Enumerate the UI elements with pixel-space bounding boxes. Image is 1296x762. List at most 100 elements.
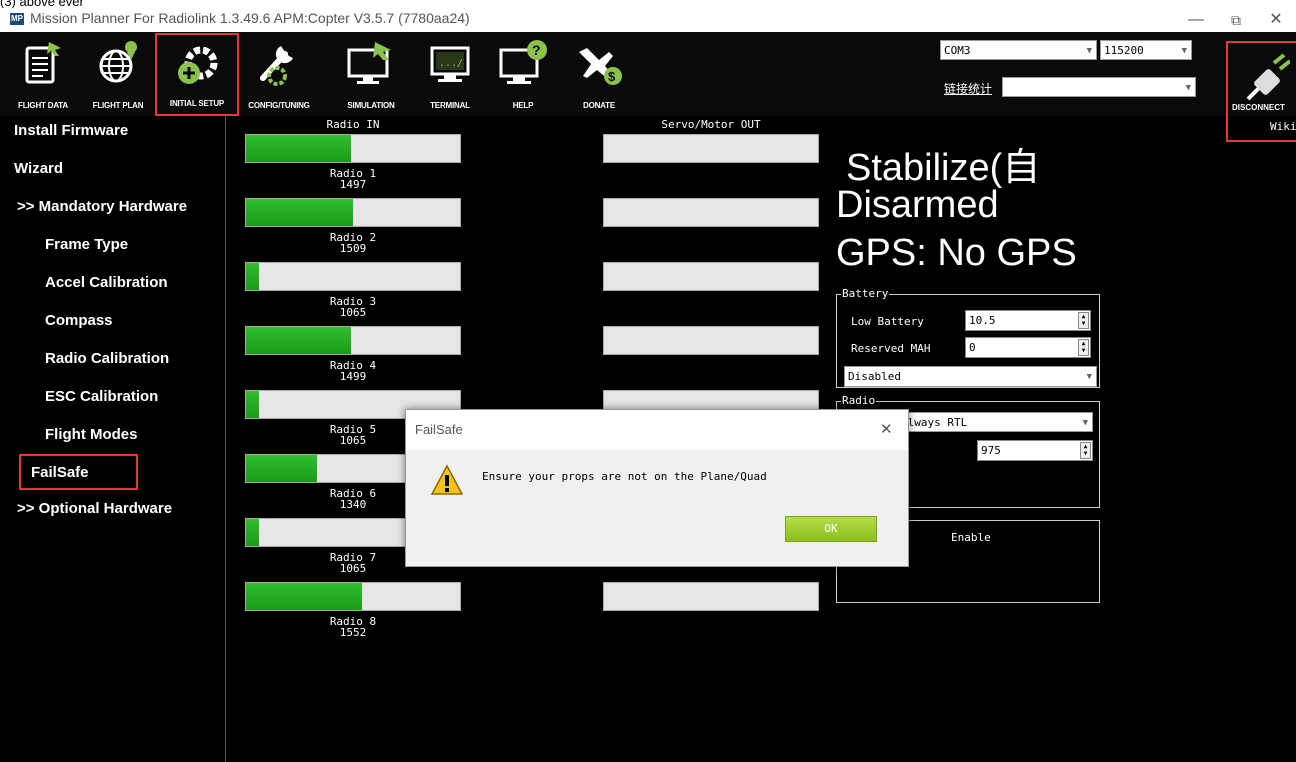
sidebar-item-optional-hardware[interactable]: >> Optional Hardware xyxy=(17,500,172,517)
toolbar-label: TERMINAL xyxy=(430,101,470,110)
radio-fs-action-value: always RTL xyxy=(901,416,968,429)
spinner-icon[interactable]: ▲ ▼ xyxy=(1080,442,1091,459)
radio-in-bar xyxy=(245,262,461,291)
sidebar-item-wizard[interactable]: Wizard xyxy=(14,160,63,177)
failsafe-dialog: FailSafe ✕ Ensure your props are not on … xyxy=(405,409,909,567)
restore-button[interactable]: ⧉ xyxy=(1216,8,1256,32)
radio-in-header: Radio IN xyxy=(326,118,380,131)
chevron-down-icon: ▼ xyxy=(1181,46,1187,56)
toolbar-flight-plan[interactable]: FLIGHT PLAN xyxy=(82,34,154,116)
gcs-fs-enable-label[interactable]: Enable xyxy=(951,531,991,544)
warning-icon xyxy=(430,464,464,495)
close-window-button[interactable]: ✕ xyxy=(1256,8,1296,32)
radio-fs-action-select[interactable]: always RTL ▼ xyxy=(897,412,1093,432)
toolbar-label: DONATE xyxy=(583,101,615,110)
ok-button[interactable]: OK xyxy=(785,516,877,542)
radio-channel-value: 1499 xyxy=(339,370,367,383)
toolbar-terminal[interactable]: .../ TERMINAL xyxy=(415,34,485,116)
reserved-mah-value: 0 xyxy=(969,341,976,354)
armed-status-text: Disarmed xyxy=(836,184,999,226)
dialog-titlebar: FailSafe ✕ xyxy=(406,410,908,450)
toolbar-label: INITIAL SETUP xyxy=(169,99,225,108)
chevron-down-icon: ▼ xyxy=(1086,46,1092,56)
servo-out-header: Servo/Motor OUT xyxy=(661,118,761,131)
caption-fragment: (3) above ever xyxy=(0,0,84,8)
baud-value: 115200 xyxy=(1104,44,1144,57)
sidebar-item-frame-type[interactable]: Frame Type xyxy=(45,236,128,253)
chevron-down-icon: ▼ xyxy=(1086,372,1092,382)
gps-status-text: GPS: No GPS xyxy=(836,232,1077,274)
toolbar-simulation[interactable]: SIMULATION xyxy=(336,34,406,116)
baud-select[interactable]: 115200 ▼ xyxy=(1100,40,1192,60)
radio-in-bar xyxy=(245,198,461,227)
sidebar-item-radio-calibration[interactable]: Radio Calibration xyxy=(45,350,169,367)
link-stats-link[interactable]: 链接统计 xyxy=(944,80,992,97)
flight-mode-text: Stabilize(自 xyxy=(846,147,1041,189)
battery-groupbox: Battery Low Battery 10.5 ▲ ▼ Reserved MAH… xyxy=(836,287,1100,388)
servo-out-bar xyxy=(603,134,819,163)
sidebar-item-label: FailSafe xyxy=(31,464,89,481)
svg-text:$: $ xyxy=(608,69,616,84)
servo-out-bar xyxy=(603,326,819,355)
sidebar-item-mandatory-hardware[interactable]: >> Mandatory Hardware xyxy=(17,198,187,215)
low-battery-value: 10.5 xyxy=(969,314,996,327)
plane-dollar-icon: $ xyxy=(579,48,622,85)
battery-action-select[interactable]: Disabled ▼ xyxy=(844,366,1097,387)
low-battery-input[interactable]: 10.5 ▲ ▼ xyxy=(965,310,1091,331)
radio-fs-pwm-input[interactable]: 975 ▲ ▼ xyxy=(977,440,1093,461)
toolbar-flight-data[interactable]: FLIGHT DATA xyxy=(5,34,81,116)
chevron-down-icon: ▼ xyxy=(1082,418,1088,428)
sidebar-item-install-firmware[interactable]: Install Firmware xyxy=(14,122,128,139)
disconnect-button[interactable]: DISCONNECT Wiki xyxy=(1226,41,1296,142)
svg-text:.../: .../ xyxy=(439,58,463,69)
wiki-link[interactable]: Wiki xyxy=(1270,120,1296,133)
reserved-mah-label: Reserved MAH xyxy=(851,342,931,355)
terminal-icon: .../ xyxy=(430,46,470,82)
window-title: Mission Planner For Radiolink 1.3.49.6 A… xyxy=(30,10,470,26)
toolbar-label: FLIGHT DATA xyxy=(18,101,68,110)
spinner-icon[interactable]: ▲ ▼ xyxy=(1078,339,1089,356)
chevron-down-icon: ▼ xyxy=(1185,83,1191,93)
radio-channel-value: 1065 xyxy=(339,306,367,319)
toolbar-label: SIMULATION xyxy=(347,101,395,110)
globe-icon xyxy=(99,41,137,83)
minimize-button[interactable]: — xyxy=(1176,8,1216,32)
toolbar-initial-setup[interactable]: INITIAL SETUP xyxy=(155,33,239,116)
reserved-mah-input[interactable]: 0 ▲ ▼ xyxy=(965,337,1091,358)
radio-channel-value: 1509 xyxy=(339,242,367,255)
radio-in-bar xyxy=(245,134,461,163)
low-battery-label: Low Battery xyxy=(851,315,924,328)
sidebar-item-failsafe[interactable]: FailSafe xyxy=(19,454,138,490)
battery-legend: Battery xyxy=(841,287,890,300)
sidebar-item-accel-calibration[interactable]: Accel Calibration xyxy=(45,274,168,291)
radio-in-bar-fill xyxy=(246,263,259,290)
toolbar-label: CONFIG/TUNING xyxy=(248,101,310,110)
wrench-icon xyxy=(260,46,293,86)
port-value: COM3 xyxy=(944,44,971,57)
port-select[interactable]: COM3 ▼ xyxy=(940,40,1097,60)
toolbar-config-tuning[interactable]: CONFIG/TUNING xyxy=(240,34,318,116)
radio-in-bar xyxy=(245,326,461,355)
toolbar-help[interactable]: ? HELP xyxy=(490,34,556,116)
link-stats-select[interactable]: ▼ xyxy=(1002,77,1196,97)
radio-in-bar xyxy=(245,582,461,611)
dialog-close-icon[interactable]: ✕ xyxy=(880,420,893,438)
dialog-title: FailSafe xyxy=(415,422,463,437)
servo-out-bar xyxy=(603,262,819,291)
sidebar-item-esc-calibration[interactable]: ESC Calibration xyxy=(45,388,158,405)
radio-channel-value: 1497 xyxy=(339,178,367,191)
sidebar-item-compass[interactable]: Compass xyxy=(45,312,113,329)
servo-out-bar xyxy=(603,198,819,227)
radio-in-bar-fill xyxy=(246,391,259,418)
app-icon: MP xyxy=(10,13,24,25)
radio-in-bar-fill xyxy=(246,455,317,482)
battery-action-value: Disabled xyxy=(848,370,901,383)
spinner-icon[interactable]: ▲ ▼ xyxy=(1078,312,1089,329)
plug-icon xyxy=(1246,53,1290,101)
radio-fs-legend: Radio xyxy=(841,394,877,407)
toolbar-donate[interactable]: $ DONATE xyxy=(564,34,634,116)
sidebar-item-flight-modes[interactable]: Flight Modes xyxy=(45,426,138,443)
radio-in-bar-fill xyxy=(246,135,351,162)
disconnect-label: DISCONNECT xyxy=(1232,103,1285,112)
setup-gear-icon xyxy=(178,46,218,84)
